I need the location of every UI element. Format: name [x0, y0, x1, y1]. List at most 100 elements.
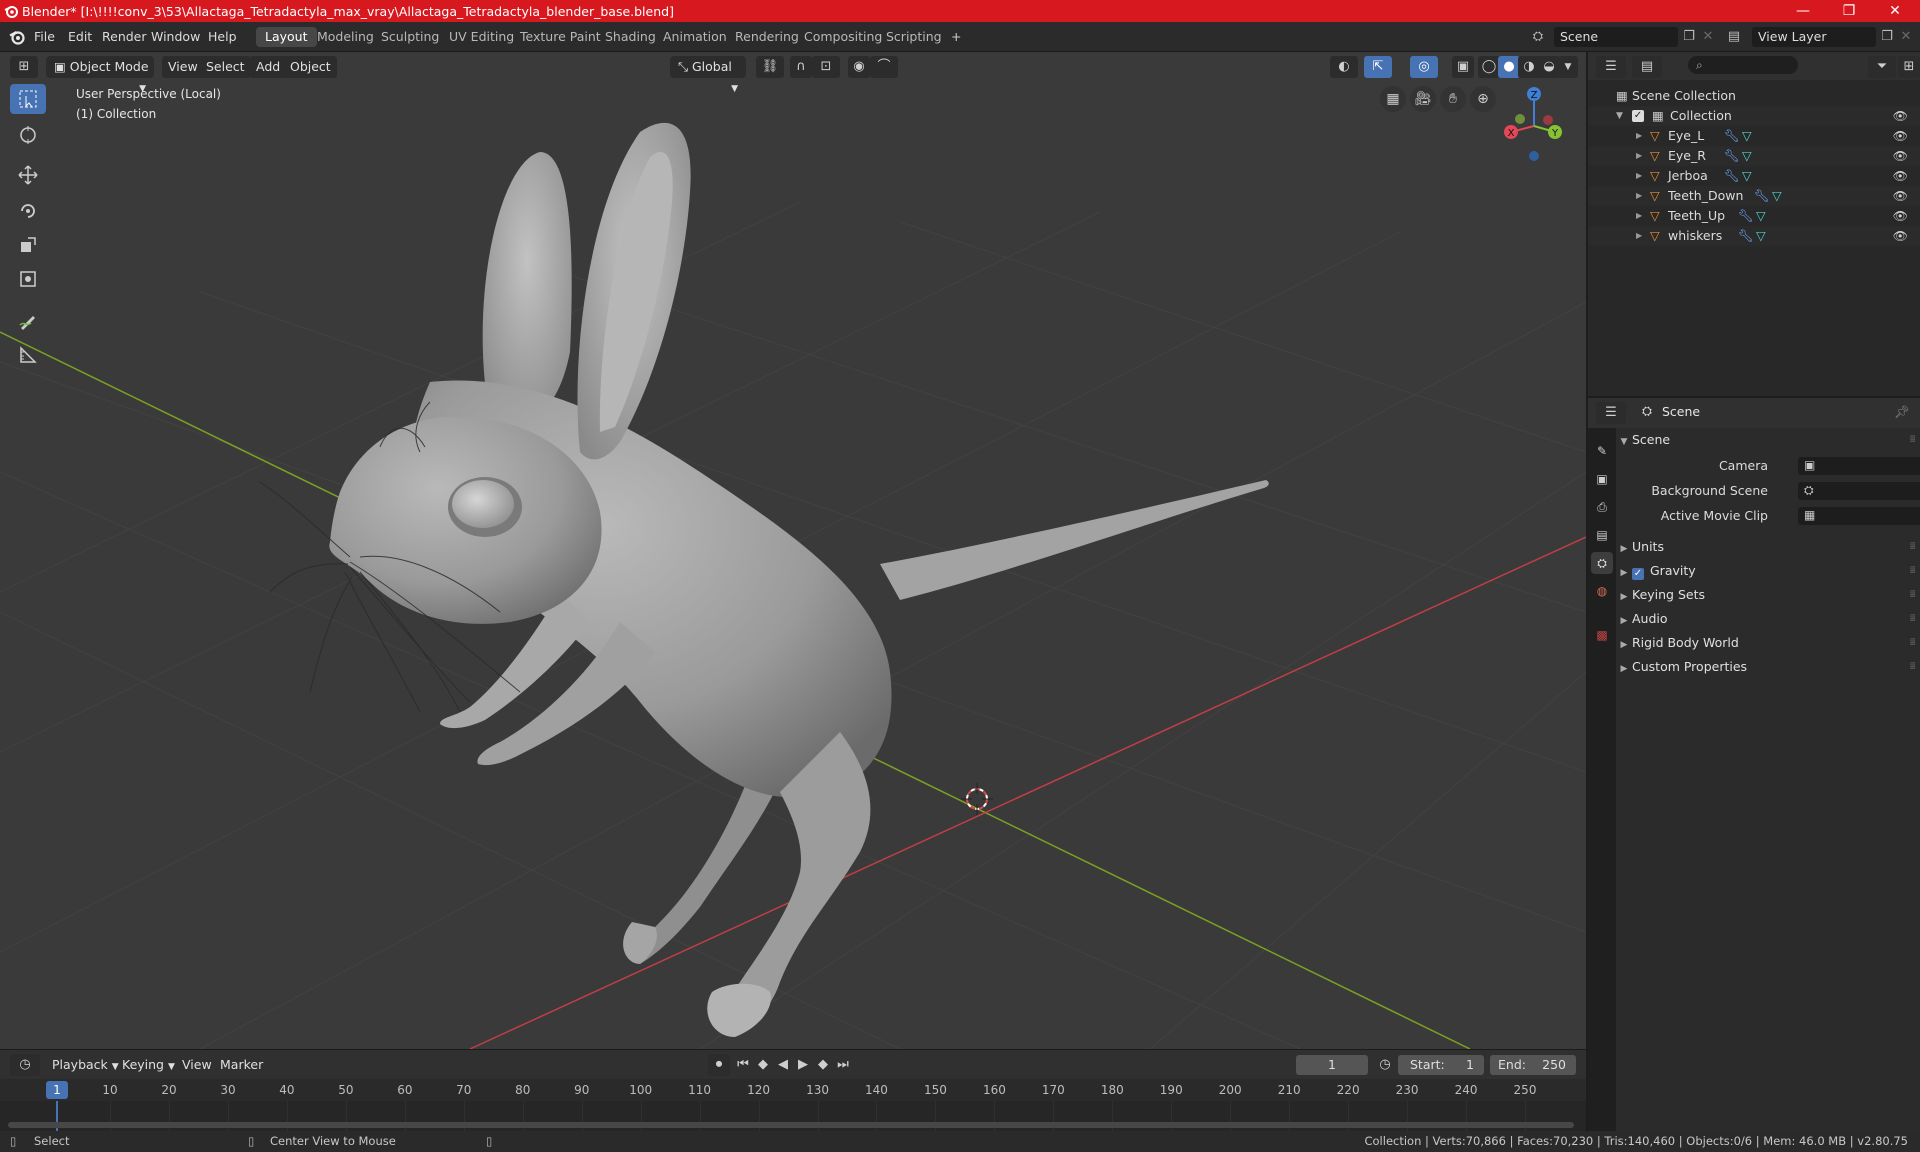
eye-icon[interactable]: 👁︎ — [1893, 106, 1908, 126]
snap-target-icon[interactable]: ⊡ — [812, 56, 840, 78]
menu-view[interactable]: View — [162, 56, 204, 78]
falloff-icon[interactable]: ⌒ — [870, 56, 898, 78]
outliner-object-row[interactable]: ▶ ▽ whiskers 🔧︎ ▽ 👁︎ — [1588, 226, 1920, 246]
custom-properties-panel-header[interactable]: ▶ Custom Properties ⁞⁞⁞⁞ — [1616, 655, 1920, 679]
audio-panel-header[interactable]: ▶ Audio ⁞⁞⁞⁞ — [1616, 607, 1920, 631]
eye-icon[interactable]: 👁︎ — [1893, 126, 1908, 146]
playhead[interactable]: 1 — [46, 1081, 68, 1099]
properties-editor-type-icon[interactable]: ☰ — [1596, 402, 1626, 424]
menu-keying[interactable]: Keying ▼ — [116, 1054, 181, 1076]
menu-marker[interactable]: Marker — [214, 1054, 269, 1076]
expand-triangle-icon[interactable]: ▶ — [1636, 166, 1642, 186]
xray-toggle-icon[interactable]: ▣ — [1452, 56, 1474, 78]
timeline-scrollbar[interactable] — [8, 1122, 1574, 1128]
background-scene-field[interactable]: ⛭ — [1798, 482, 1920, 500]
view-layer-tab-icon[interactable]: ▤ — [1591, 524, 1613, 546]
transform-orientation-dropdown[interactable]: ⤡ Global ▼ — [670, 56, 746, 94]
timeline-ruler[interactable]: 1102030405060708090100110120130140150160… — [0, 1079, 1586, 1101]
eye-icon[interactable]: 👁︎ — [1893, 206, 1908, 226]
cursor-tool[interactable] — [10, 120, 46, 150]
outliner-object-row[interactable]: ▶ ▽ Eye_L 🔧︎ ▽ 👁︎ — [1588, 126, 1920, 146]
tool-tab-icon[interactable]: ✎ — [1591, 440, 1613, 462]
start-frame-field[interactable]: Start: 1 — [1398, 1055, 1484, 1075]
visibility-filter-icon[interactable]: ◐ — [1330, 56, 1358, 78]
timeline-editor-type-icon[interactable]: ◷ — [10, 1054, 40, 1076]
units-panel-header[interactable]: ▶ Units ⁞⁞⁞⁞ — [1616, 535, 1920, 559]
outliner-editor-type-icon[interactable]: ☰ — [1596, 56, 1626, 78]
maximize-button[interactable]: ❐ — [1826, 0, 1872, 22]
play-reverse-icon[interactable]: ◀ — [772, 1054, 794, 1076]
view-layer-icon[interactable]: ▤ — [1722, 27, 1746, 47]
tab-scripting[interactable]: Scripting — [877, 27, 951, 47]
render-tab-icon[interactable]: ▣ — [1591, 468, 1613, 490]
eye-icon[interactable]: 👁︎ — [1893, 186, 1908, 206]
drag-grip-icon[interactable]: ⁞⁞⁞⁞ — [1909, 655, 1916, 679]
overlays-toggle-icon[interactable]: ◎ — [1410, 56, 1438, 78]
menu-render[interactable]: Render — [102, 29, 147, 44]
tab-sculpting[interactable]: Sculpting — [372, 27, 448, 47]
eye-icon[interactable]: 👁︎ — [1893, 146, 1908, 166]
new-scene-icon[interactable]: ❐ — [1678, 27, 1700, 47]
camera-field[interactable]: ▣ ✒ — [1798, 457, 1920, 475]
expand-triangle-icon[interactable]: ▶ — [1636, 126, 1642, 146]
outliner-object-row[interactable]: ▶ ▽ Jerboa 🔧︎ ▽ 👁︎ — [1588, 166, 1920, 186]
menu-select[interactable]: Select — [200, 56, 251, 78]
minimize-button[interactable]: — — [1780, 0, 1826, 22]
drag-grip-icon[interactable]: ⁞⁞⁞⁞ — [1909, 583, 1916, 607]
gizmo-neg-y-axis[interactable] — [1515, 114, 1525, 124]
output-tab-icon[interactable]: ⎙ — [1591, 496, 1613, 518]
menu-add[interactable]: Add — [250, 56, 287, 78]
object-mode-dropdown[interactable]: ▣ Object Mode ▼ — [46, 56, 154, 94]
gizmo-toggle-icon[interactable]: ⇱ — [1364, 56, 1392, 78]
active-movie-clip-field[interactable]: ▦ — [1798, 507, 1920, 525]
scene-tab-icon[interactable]: ⛭ — [1591, 552, 1613, 574]
material-shading-icon[interactable]: ◑ — [1518, 56, 1540, 78]
outliner-object-row[interactable]: ▶ ▽ Eye_R 🔧︎ ▽ 👁︎ — [1588, 146, 1920, 166]
end-frame-field[interactable]: End: 250 — [1490, 1055, 1576, 1075]
view-layer-field[interactable]: View Layer — [1752, 27, 1876, 47]
jump-prev-keyframe-icon[interactable]: ◆ — [752, 1054, 774, 1076]
jump-start-icon[interactable]: ⏮ — [732, 1054, 754, 1076]
scene-selector-icon[interactable]: ⛭ — [1526, 27, 1550, 47]
record-keyframe-icon[interactable]: ⏺ — [708, 1054, 730, 1076]
scene-name-field[interactable]: Scene — [1554, 27, 1678, 47]
tab-texture-paint[interactable]: Texture Paint — [511, 27, 610, 47]
pin-icon[interactable]: 📌︎ — [1894, 404, 1910, 420]
menu-timeline-view[interactable]: View — [176, 1054, 218, 1076]
outliner-object-row[interactable]: ▶ ▽ Teeth_Down 🔧︎ ▽ 👁︎ — [1588, 186, 1920, 206]
toggle-camera-view-grid-icon[interactable]: ▦ — [1380, 86, 1406, 112]
annotate-tool[interactable] — [10, 306, 46, 336]
add-workspace-button[interactable]: + — [942, 27, 970, 47]
collection-checkbox[interactable]: ✓ — [1632, 110, 1644, 122]
delete-scene-icon[interactable]: ✕ — [1700, 27, 1716, 47]
menu-edit[interactable]: Edit — [68, 29, 92, 44]
menu-playback[interactable]: Playback ▼ — [46, 1054, 125, 1076]
new-view-layer-icon[interactable]: ❐ — [1876, 27, 1898, 47]
close-button[interactable]: ✕ — [1872, 0, 1918, 22]
measure-tool[interactable] — [10, 340, 46, 370]
wireframe-shading-icon[interactable]: ◯ — [1478, 56, 1500, 78]
rotate-tool[interactable] — [10, 196, 46, 226]
expand-triangle-icon[interactable]: ▼ — [1616, 106, 1623, 126]
drag-grip-icon[interactable]: ⁞⁞⁞⁞ — [1909, 535, 1916, 559]
tab-animation[interactable]: Animation — [654, 27, 736, 47]
navigation-gizmo[interactable]: Z X Y — [1496, 84, 1568, 166]
pivot-point-icon[interactable]: ⛓ — [756, 56, 784, 78]
rendered-shading-icon[interactable]: ◒ — [1538, 56, 1560, 78]
world-tab-icon[interactable]: ◍ — [1591, 580, 1613, 602]
rigid-body-world-panel-header[interactable]: ▶ Rigid Body World ⁞⁞⁞⁞ — [1616, 631, 1920, 655]
eye-icon[interactable]: 👁︎ — [1893, 226, 1908, 246]
pan-view-hand-icon[interactable]: ✋︎ — [1440, 86, 1466, 112]
outliner-collection[interactable]: ▼ ✓ ▦ Collection 👁︎ — [1588, 106, 1920, 126]
3d-viewport[interactable] — [0, 52, 1586, 1049]
shading-options-icon[interactable]: ▼ — [1558, 56, 1578, 78]
display-mode-icon[interactable]: ▤ — [1632, 56, 1662, 78]
drag-grip-icon[interactable]: ⁞⁞⁞⁞ — [1909, 559, 1916, 583]
menu-object[interactable]: Object — [284, 56, 337, 78]
current-frame-field[interactable]: 1 — [1296, 1055, 1368, 1075]
select-box-tool[interactable] — [10, 84, 46, 114]
preview-range-clock-icon[interactable]: ◷ — [1374, 1054, 1396, 1076]
drag-grip-icon[interactable]: ⁞⁞⁞⁞ — [1909, 631, 1916, 655]
keying-sets-panel-header[interactable]: ▶ Keying Sets ⁞⁞⁞⁞ — [1616, 583, 1920, 607]
expand-triangle-icon[interactable]: ▶ — [1636, 226, 1642, 246]
